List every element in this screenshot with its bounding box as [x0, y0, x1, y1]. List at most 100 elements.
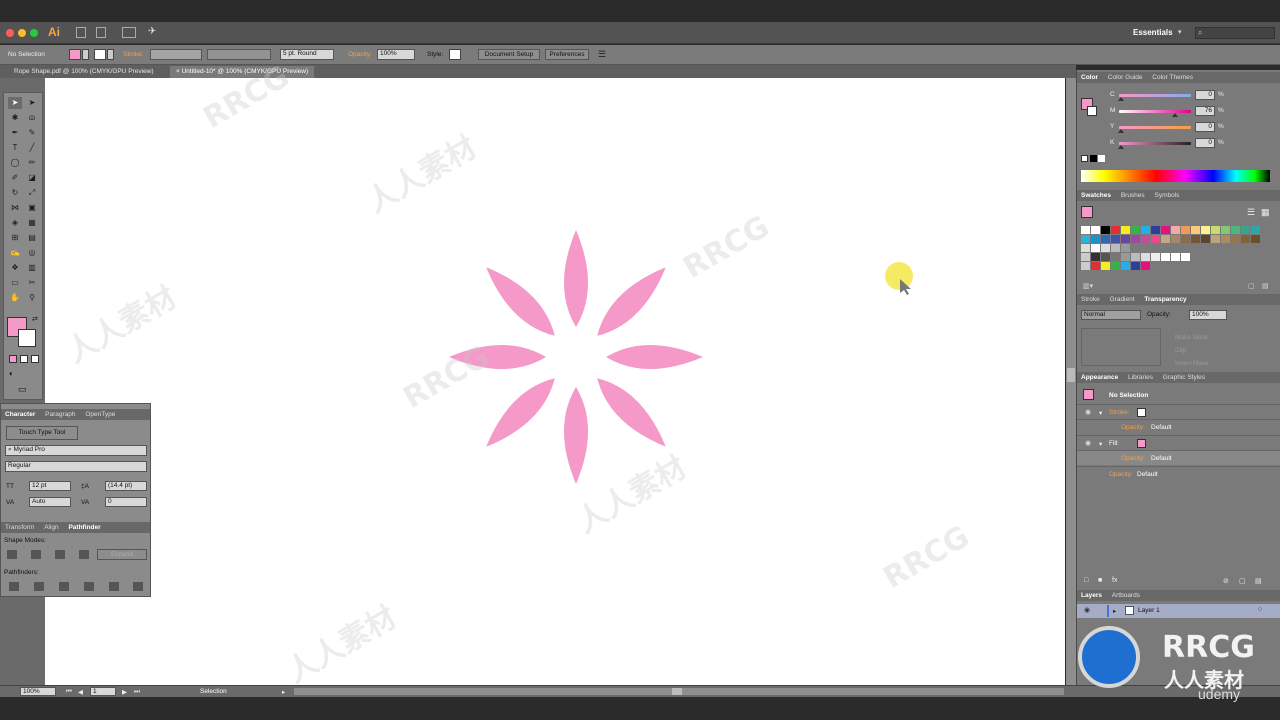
vertical-scrollbar[interactable] — [1066, 78, 1076, 685]
swatch[interactable] — [1181, 253, 1190, 261]
tab-transparency[interactable]: Transparency — [1144, 296, 1186, 303]
swatch[interactable] — [1161, 235, 1170, 243]
leading-field[interactable]: (14.4 pt) — [105, 481, 147, 491]
minimize-window-button[interactable] — [18, 29, 26, 37]
swatch[interactable] — [1121, 253, 1130, 261]
stroke-row-label[interactable]: Stroke: — [1109, 409, 1130, 416]
previous-artboard-icon[interactable]: ◀ — [78, 688, 83, 696]
none-swatch-icon[interactable] — [1081, 155, 1088, 162]
swatch[interactable] — [1151, 226, 1160, 234]
tab-align[interactable]: Align — [44, 524, 58, 531]
fill-opacity-label[interactable]: Opacity: — [1121, 455, 1145, 462]
swatch[interactable] — [1091, 235, 1100, 243]
magic-wand-tool-icon[interactable]: ✱ — [8, 112, 22, 124]
status-menu-icon[interactable]: ▸ — [282, 688, 285, 696]
swatch[interactable] — [1111, 244, 1120, 252]
fill-color-swatch[interactable] — [1137, 439, 1146, 448]
paintbrush-tool-icon[interactable]: ✏ — [25, 157, 39, 169]
gradient-tool-icon[interactable]: ▤ — [25, 232, 39, 244]
swatch[interactable] — [1161, 226, 1170, 234]
swatch[interactable] — [1171, 253, 1180, 261]
last-artboard-icon[interactable]: ⏭ — [134, 688, 140, 696]
swatch[interactable] — [1221, 226, 1230, 234]
stroke-swatch[interactable] — [94, 49, 106, 60]
arrange-documents-icon[interactable] — [122, 27, 136, 38]
swatch[interactable] — [1101, 226, 1110, 234]
duplicate-item-icon[interactable]: ▢ — [1239, 577, 1246, 585]
first-artboard-icon[interactable]: ⏮ — [66, 688, 72, 696]
add-fill-icon[interactable]: ■ — [1098, 577, 1102, 584]
gpu-performance-icon[interactable]: ✈ — [148, 26, 156, 37]
tab-color[interactable]: Color — [1081, 74, 1098, 81]
clear-appearance-icon[interactable]: ⊘ — [1223, 577, 1229, 585]
swatch-libraries-icon[interactable]: ▥▾ — [1083, 282, 1093, 290]
divide-icon[interactable] — [9, 582, 19, 591]
tab-transform[interactable]: Transform — [5, 524, 34, 531]
swatch[interactable] — [1111, 253, 1120, 261]
swatch[interactable] — [1191, 235, 1200, 243]
graphic-style-swatch[interactable] — [449, 49, 461, 60]
clip-checkbox[interactable]: Clip — [1175, 347, 1186, 354]
tab-character[interactable]: Character — [5, 411, 35, 418]
horizontal-scrollbar[interactable] — [294, 688, 1064, 695]
none-mode-icon[interactable] — [31, 355, 39, 363]
cyan-slider-track[interactable] — [1119, 94, 1191, 97]
swatch[interactable] — [1121, 262, 1130, 270]
swatch[interactable] — [1111, 262, 1120, 270]
mesh-tool-icon[interactable]: ⊞ — [8, 232, 22, 244]
swatch[interactable] — [1101, 244, 1110, 252]
swatch[interactable] — [1111, 235, 1120, 243]
yellow-slider-track[interactable] — [1119, 126, 1191, 129]
disclosure-triangle-icon[interactable]: ▸ — [1113, 607, 1116, 615]
bridge-icon[interactable] — [76, 27, 86, 38]
eye-icon[interactable]: ◉ — [1085, 439, 1091, 447]
stroke-color-icon[interactable] — [18, 329, 36, 347]
yellow-slider-thumb[interactable] — [1118, 129, 1124, 133]
free-transform-tool-icon[interactable]: ▣ — [25, 202, 39, 214]
eye-icon[interactable]: ◉ — [1085, 408, 1091, 416]
swatch-folder[interactable] — [1081, 244, 1090, 252]
disclosure-triangle-icon[interactable]: ▾ — [1099, 409, 1102, 417]
layer-target-icon[interactable]: ○ — [1258, 606, 1262, 613]
artboard-canvas[interactable] — [45, 78, 1065, 685]
swatch[interactable] — [1121, 226, 1130, 234]
swatch[interactable] — [1091, 262, 1100, 270]
line-tool-icon[interactable]: ╱ — [25, 142, 39, 154]
font-family-field[interactable]: ⌕ Myriad Pro — [5, 445, 147, 456]
fill-dropdown[interactable] — [82, 49, 89, 60]
tab-pathfinder[interactable]: Pathfinder — [68, 524, 100, 531]
crop-icon[interactable] — [84, 582, 94, 591]
screen-mode-icon[interactable]: ▭ — [18, 384, 27, 395]
artboard-tool-icon[interactable]: ▭ — [8, 277, 22, 289]
swatches-fill-icon[interactable] — [1081, 206, 1093, 218]
merge-icon[interactable] — [59, 582, 69, 591]
curvature-tool-icon[interactable]: ✎ — [25, 127, 39, 139]
stroke-opacity-label[interactable]: Opacity: — [1121, 424, 1145, 431]
swatch[interactable] — [1101, 253, 1110, 261]
swatch[interactable] — [1201, 235, 1210, 243]
yellow-value-field[interactable]: 0 — [1195, 122, 1215, 132]
scale-tool-icon[interactable]: ⤢ — [25, 187, 39, 199]
eraser-tool-icon[interactable]: ◪ — [25, 172, 39, 184]
flower-artwork[interactable] — [45, 78, 1065, 685]
swatch[interactable] — [1251, 226, 1260, 234]
make-mask-button[interactable]: Make Mask — [1175, 334, 1208, 341]
outline-icon[interactable] — [109, 582, 119, 591]
tab-stroke[interactable]: Stroke — [1081, 296, 1100, 303]
swatch[interactable] — [1151, 235, 1160, 243]
intersect-icon[interactable] — [55, 550, 65, 559]
stroke-weight-field[interactable] — [150, 49, 202, 60]
minus-back-icon[interactable] — [133, 582, 143, 591]
eyedropper-tool-icon[interactable]: ✍ — [8, 247, 22, 259]
unite-icon[interactable] — [7, 550, 17, 559]
close-window-button[interactable] — [6, 29, 14, 37]
appearance-row-stroke-opacity[interactable]: Opacity: Default — [1077, 419, 1280, 434]
scrollbar-thumb[interactable] — [1067, 368, 1075, 382]
swatch[interactable] — [1191, 226, 1200, 234]
perspective-grid-tool-icon[interactable]: ▦ — [25, 217, 39, 229]
swatch[interactable] — [1131, 226, 1140, 234]
lasso-tool-icon[interactable]: ɷ — [25, 112, 39, 124]
tab-swatches[interactable]: Swatches — [1081, 192, 1111, 199]
swatch[interactable] — [1091, 253, 1100, 261]
touch-type-tool-button[interactable]: Touch Type Tool — [6, 426, 78, 440]
